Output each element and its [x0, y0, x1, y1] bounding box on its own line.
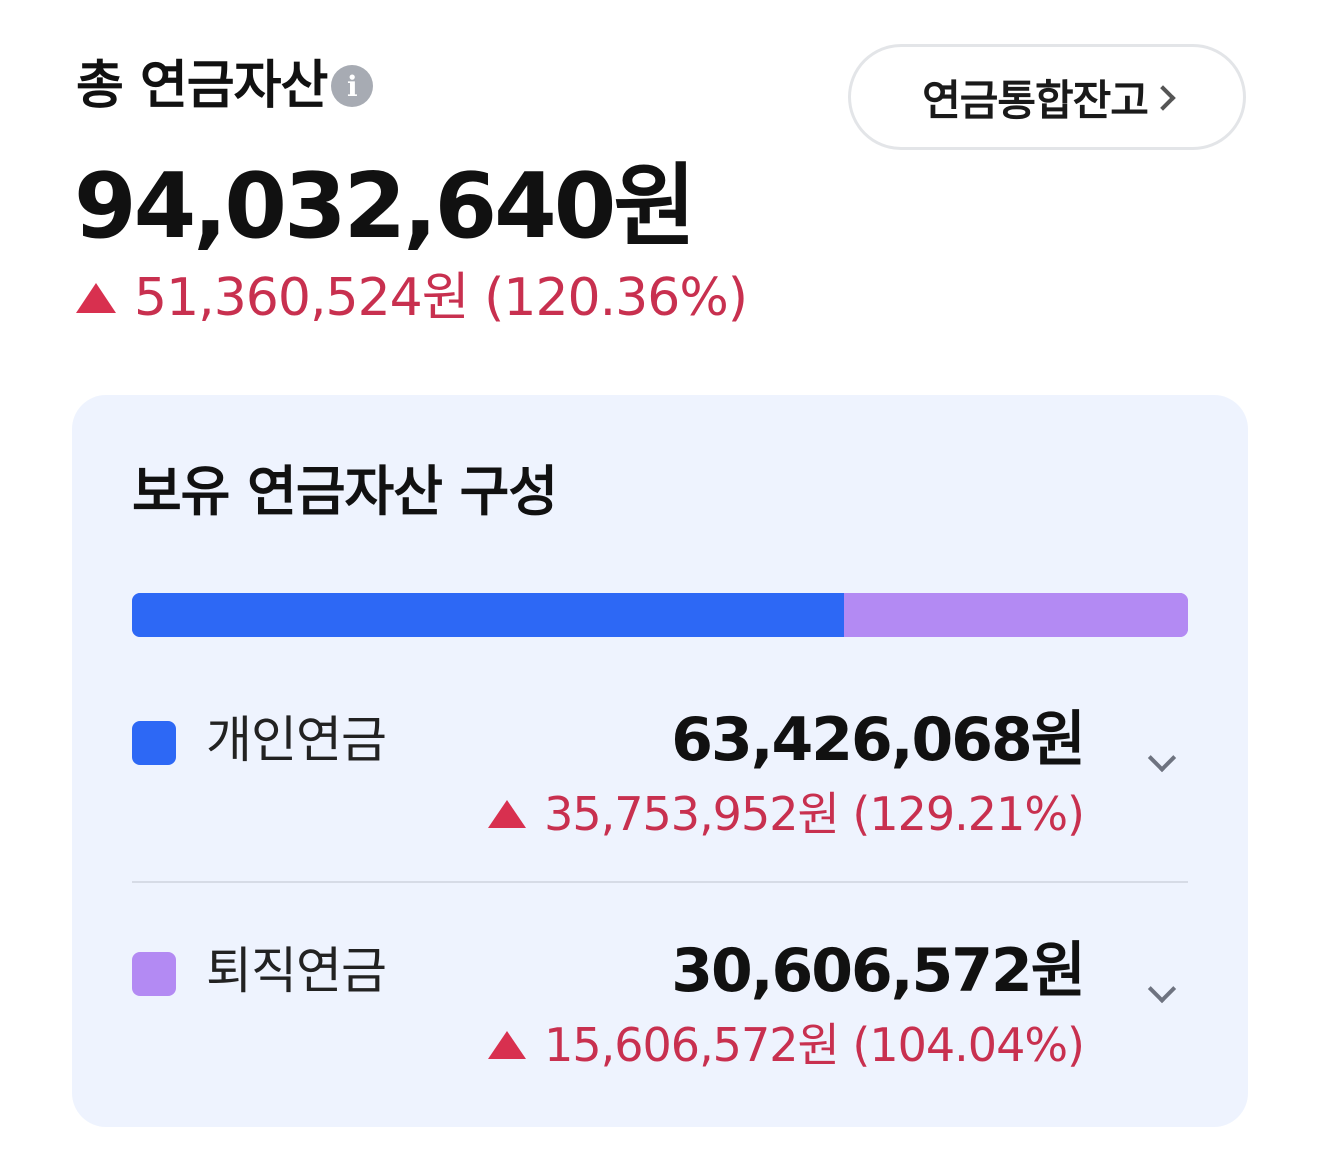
total-amount: 94,032,640원 — [74, 154, 696, 259]
asset-change-text: 35,753,952원 (129.21%) — [544, 787, 1085, 841]
up-triangle-icon — [76, 283, 116, 313]
composition-card: 보유 연금자산 구성 개인연금 63,426,068원 35,753,952원 … — [72, 395, 1248, 1127]
composition-bar-personal — [132, 593, 845, 637]
asset-change-text: 15,606,572원 (104.04%) — [544, 1018, 1085, 1072]
total-change-text: 51,360,524원 (120.36%) — [134, 268, 748, 328]
integrated-balance-button[interactable]: 연금통합잔고 — [848, 44, 1246, 150]
asset-row-retirement[interactable]: 퇴직연금 30,606,572원 15,606,572원 (104.04%) — [132, 926, 1188, 1086]
divider — [132, 881, 1188, 883]
chevron-right-icon — [1150, 85, 1176, 111]
expand-chevron-down-icon[interactable] — [1142, 743, 1182, 783]
page-title: 총 연금자산 — [76, 56, 328, 116]
title-row: 총 연금자산 i — [76, 56, 374, 116]
up-triangle-icon — [488, 800, 527, 828]
pension-assets-page: 총 연금자산 i 연금통합잔고 94,032,640원 51,360,524원 … — [0, 0, 1320, 1167]
asset-amount: 63,426,068원 — [671, 705, 1086, 775]
info-icon[interactable]: i — [331, 65, 374, 107]
composition-title: 보유 연금자산 구성 — [132, 460, 558, 523]
total-change: 51,360,524원 (120.36%) — [76, 268, 748, 328]
legend-swatch-retirement — [132, 952, 176, 996]
asset-name: 개인연금 — [206, 711, 387, 769]
legend-swatch-personal — [132, 721, 176, 765]
asset-name: 퇴직연금 — [206, 942, 387, 1000]
up-triangle-icon — [488, 1031, 527, 1059]
asset-amount: 30,606,572원 — [671, 936, 1086, 1006]
composition-bar-retirement — [844, 593, 1188, 637]
integrated-balance-label: 연금통합잔고 — [922, 75, 1149, 125]
expand-chevron-down-icon[interactable] — [1142, 974, 1182, 1014]
asset-change: 35,753,952원 (129.21%) — [488, 787, 1085, 841]
asset-row-personal[interactable]: 개인연금 63,426,068원 35,753,952원 (129.21%) — [132, 695, 1188, 855]
composition-bar — [132, 593, 1188, 637]
asset-change: 15,606,572원 (104.04%) — [488, 1018, 1085, 1072]
